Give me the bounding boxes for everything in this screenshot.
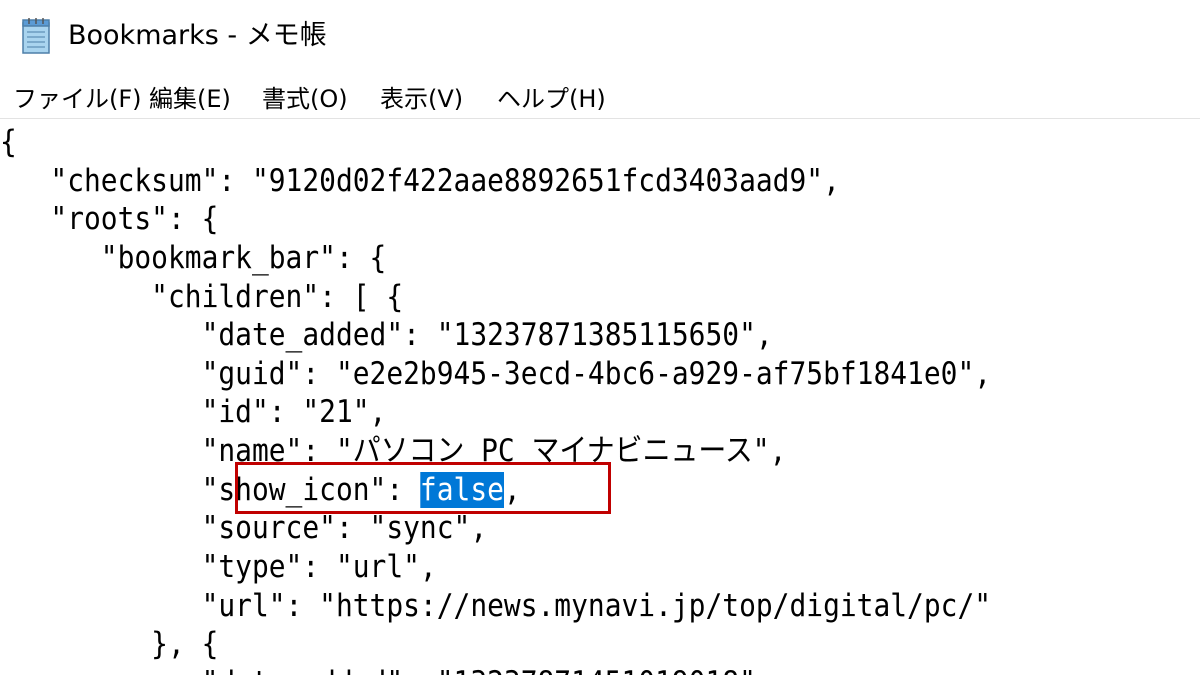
text-line: "source": "sync", (0, 510, 488, 546)
text-line: { (0, 124, 17, 160)
window-title: Bookmarks - メモ帳 (68, 20, 327, 51)
text-line: "url": "https://news.mynavi.jp/top/digit… (0, 588, 992, 624)
menu-view[interactable]: 表示(V) (380, 84, 463, 114)
selected-text[interactable]: false (419, 472, 504, 508)
text-line: "name": "パソコン PC マイナビニュース", (0, 433, 787, 469)
text-editor-area[interactable]: { "checksum": "9120d02f422aae8892651fcd3… (0, 119, 1200, 675)
text-line: "bookmark_bar": { (0, 240, 387, 276)
text-line: "id": "21", (0, 394, 387, 430)
notepad-window: Bookmarks - メモ帳 ファイル(F) 編集(E) 書式(O) 表示(V… (0, 0, 1200, 675)
menu-bar: ファイル(F) 編集(E) 書式(O) 表示(V) ヘルプ(H) (0, 80, 1200, 118)
text-segment: , (503, 472, 521, 508)
menu-file[interactable]: ファイル(F) (13, 84, 142, 114)
text-line: "checksum": "9120d02f422aae8892651fcd340… (0, 163, 840, 199)
text-line: "type": "url", (0, 549, 437, 585)
text-line: "children": [ { (0, 279, 404, 315)
text-line: "date_added": "13237871451019018", (0, 664, 773, 675)
text-line: "guid": "e2e2b945-3ecd-4bc6-a929-af75bf1… (0, 356, 992, 392)
text-line-show-icon: "show_icon": false, (0, 471, 521, 510)
text-line: }, { (0, 626, 219, 662)
title-bar[interactable]: Bookmarks - メモ帳 (0, 0, 1200, 78)
text-segment: "show_icon": (0, 472, 420, 508)
menu-format[interactable]: 書式(O) (262, 84, 348, 114)
notepad-icon (22, 18, 50, 54)
menu-edit[interactable]: 編集(E) (149, 84, 231, 114)
menu-help[interactable]: ヘルプ(H) (497, 84, 606, 114)
text-line: "roots": { (0, 201, 219, 237)
text-line: "date_added": "13237871385115650", (0, 317, 773, 353)
